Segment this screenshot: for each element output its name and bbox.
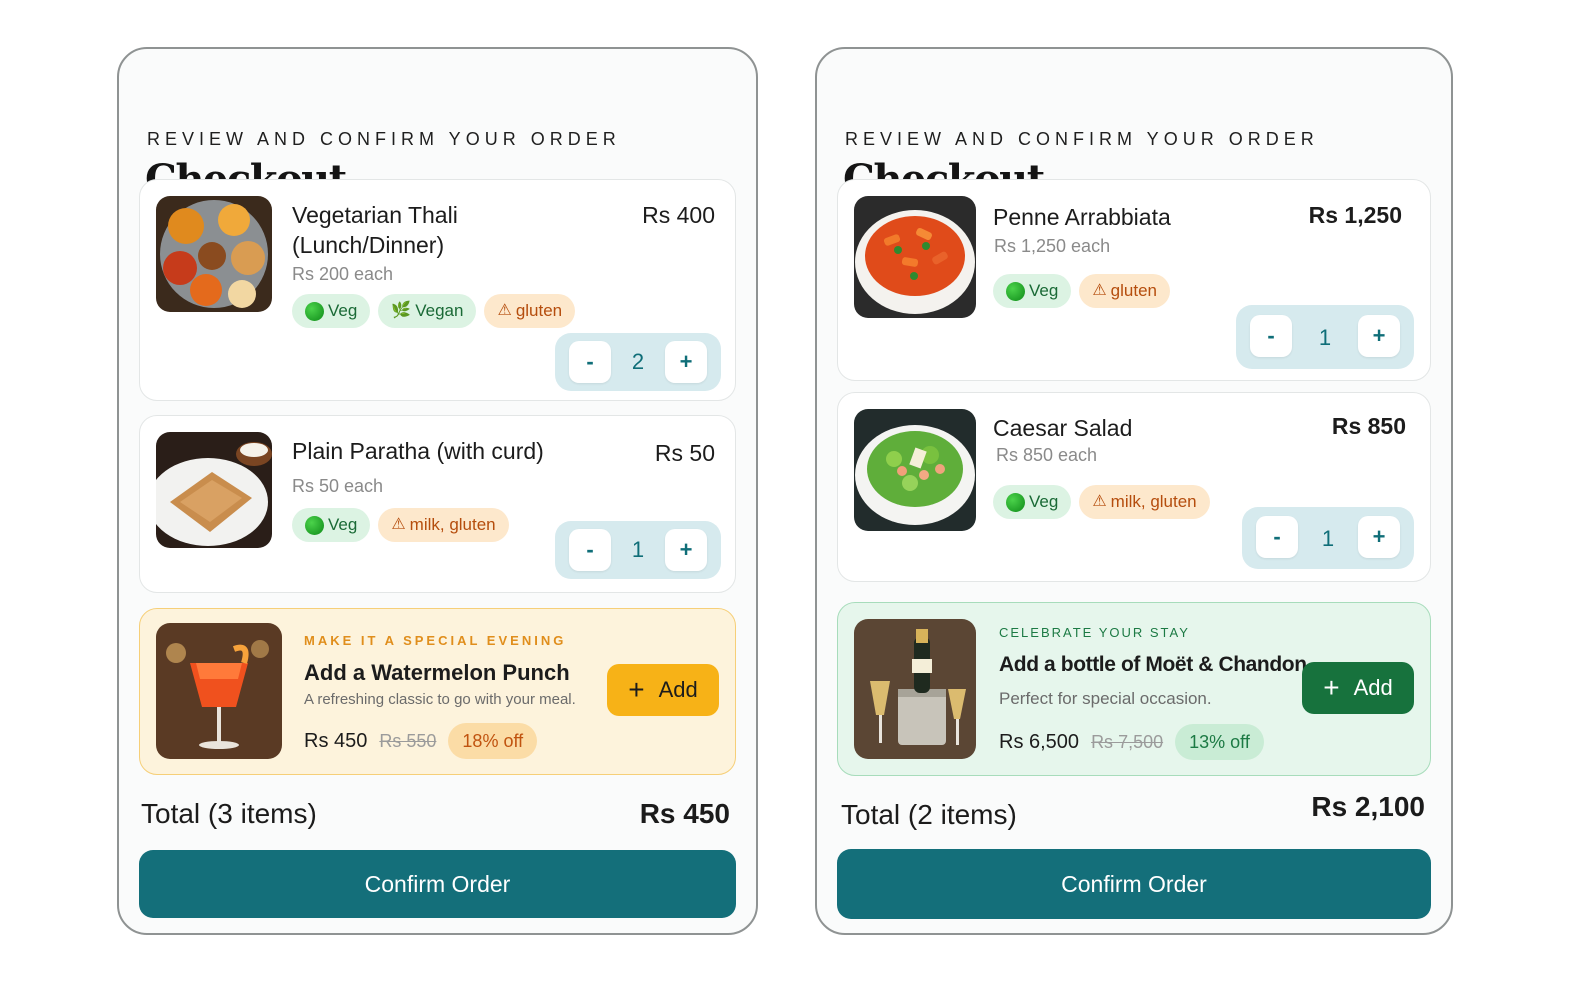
upsell-eyebrow: CELEBRATE YOUR STAY [999,625,1190,640]
quantity-stepper: - 1 + [555,521,721,579]
quantity-stepper: - 2 + [555,333,721,391]
veg-tag: Veg [292,294,371,328]
warning-icon: ⚠ [1092,282,1107,299]
green-dot-icon [1006,492,1025,512]
vegan-tag: 🌿 Vegan [378,294,477,328]
confirm-order-button[interactable]: Confirm Order [139,850,736,918]
warning-icon: ⚠ [391,516,406,533]
checkout-panel-left: REVIEW AND CONFIRM YOUR ORDER Checkout V… [117,47,758,935]
add-upsell-button[interactable]: + Add [607,664,719,716]
item-name: Plain Paratha (with curd) [292,438,544,464]
upsell-price: Rs 450 [304,729,368,752]
upsell-title: Add a bottle of Moët & Chandon [999,653,1307,676]
upsell-price: Rs 6,500 [999,730,1080,753]
increase-quantity-button[interactable]: + [1358,516,1400,558]
diet-tags: Veg ⚠ gluten [993,274,1170,308]
eyebrow-label: REVIEW AND CONFIRM YOUR ORDER [845,129,1319,149]
checkout-panel-right: REVIEW AND CONFIRM YOUR ORDER Checkout P… [815,47,1453,935]
total-label: Total (2 items) [841,799,1017,830]
allergen-tag: ⚠ gluten [1079,274,1170,308]
allergen-tag: ⚠ milk, gluten [1079,485,1210,519]
upsell-card: MAKE IT A SPECIAL EVENING Add a Watermel… [139,608,736,775]
veg-tag: Veg [993,274,1072,308]
caesar-salad-image [854,409,976,531]
discount-badge: 18% off [448,723,538,759]
upsell-price-row: Rs 450 Rs 550 18% off [304,723,538,759]
discount-badge: 13% off [1175,724,1264,760]
leaf-icon: 🌿 [391,302,412,319]
upsell-old-price: Rs 550 [379,730,437,751]
increase-quantity-button[interactable]: + [665,529,707,571]
green-dot-icon [1006,281,1025,301]
upsell-description: A refreshing classic to go with your mea… [304,691,576,708]
total-label: Total (3 items) [141,798,317,829]
item-price: Rs 850 [1331,413,1406,439]
item-unit-price: Rs 200 each [292,264,394,284]
item-name: Penne Arrabbiata [993,204,1171,230]
diet-tags: Veg 🌿 Vegan ⚠ gluten [292,294,576,328]
watermelon-punch-image [156,623,282,759]
thali-image [156,196,272,312]
increase-quantity-button[interactable]: + [1358,315,1400,357]
upsell-eyebrow: MAKE IT A SPECIAL EVENING [304,633,567,648]
upsell-old-price: Rs 7,500 [1091,731,1164,752]
allergen-tag: ⚠ milk, gluten [378,508,509,542]
diet-tags: Veg ⚠ milk, gluten [993,485,1210,519]
item-unit-price: Rs 1,250 each [994,236,1111,256]
plus-icon: + [628,674,645,705]
eyebrow-label: REVIEW AND CONFIRM YOUR ORDER [147,129,621,149]
item-unit-price: Rs 50 each [292,476,384,496]
champagne-image [854,619,976,759]
cart-item-penne-arrabbiata: Penne Arrabbiata Rs 1,250 Rs 1,250 each … [837,179,1431,381]
total-value: Rs 2,100 [1311,791,1425,822]
total-value: Rs 450 [639,798,730,829]
upsell-card: CELEBRATE YOUR STAY Add a bottle of Moët… [837,602,1431,776]
warning-icon: ⚠ [497,302,512,319]
cart-item-vegetarian-thali: Vegetarian Thali (Lunch/Dinner) Rs 400 R… [139,179,736,401]
cart-item-caesar-salad: Caesar Salad Rs 850 Rs 850 each Veg ⚠ mil… [837,392,1431,582]
penne-image [854,196,976,318]
quantity-stepper: - 1 + [1242,507,1414,569]
warning-icon: ⚠ [1092,493,1107,510]
green-dot-icon [305,515,324,535]
upsell-price-row: Rs 6,500 Rs 7,500 13% off [999,724,1264,760]
green-dot-icon [305,301,324,321]
item-name: Caesar Salad [993,415,1133,441]
item-price: Rs 50 [654,440,715,466]
item-price: Rs 1,250 [1308,202,1402,228]
veg-tag: Veg [292,508,371,542]
confirm-order-button[interactable]: Confirm Order [837,849,1431,919]
add-upsell-button[interactable]: + Add [1302,662,1414,714]
paratha-image [156,432,272,548]
quantity-stepper: - 1 + [1236,305,1414,369]
upsell-description: Perfect for special occasion. [999,689,1212,708]
allergen-tag: ⚠ gluten [484,294,576,328]
upsell-title: Add a Watermelon Punch [304,660,570,685]
diet-tags: Veg ⚠ milk, gluten [292,508,509,542]
cart-item-plain-paratha: Plain Paratha (with curd) Rs 50 Rs 50 ea… [139,415,736,593]
increase-quantity-button[interactable]: + [665,341,707,383]
plus-icon: + [1323,672,1340,703]
item-price: Rs 400 [642,202,715,228]
veg-tag: Veg [993,485,1072,519]
item-unit-price: Rs 850 each [996,445,1098,465]
item-name: Vegetarian Thali (Lunch/Dinner) [292,202,458,258]
